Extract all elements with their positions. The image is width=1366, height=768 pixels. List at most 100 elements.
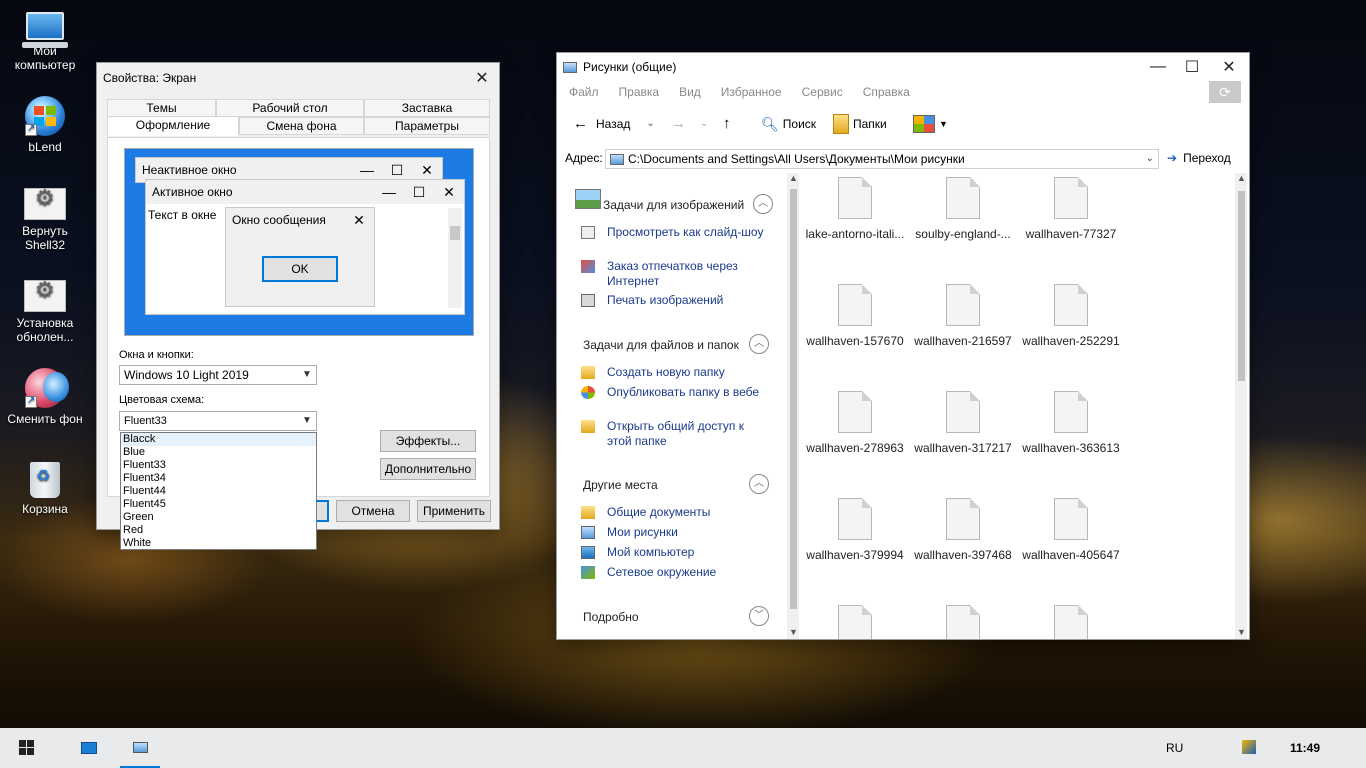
tab-themes[interactable]: Темы bbox=[107, 99, 216, 117]
task-new-folder[interactable]: Создать новую папку bbox=[581, 365, 771, 380]
file-item[interactable]: lake-antorno-itali... bbox=[801, 177, 909, 241]
tray-app-icon[interactable] bbox=[1242, 740, 1256, 754]
tab-settings[interactable]: Параметры bbox=[364, 117, 490, 135]
task-order-prints[interactable]: Заказ отпечатков через Интернет bbox=[581, 259, 771, 289]
menu-help[interactable]: Справка bbox=[863, 81, 910, 103]
tab-desktop[interactable]: Рабочий стол bbox=[216, 99, 364, 117]
dropdown-option[interactable]: Red bbox=[121, 524, 316, 537]
arrow-right-icon: → bbox=[671, 115, 686, 132]
desktop-icon-restore-shell32[interactable]: Вернуть Shell32 bbox=[0, 188, 90, 252]
task-slideshow[interactable]: Просмотреть как слайд-шоу bbox=[581, 225, 771, 240]
minimize-button[interactable]: — bbox=[1141, 53, 1175, 81]
language-indicator[interactable]: RU bbox=[1166, 728, 1183, 768]
menu-favorites[interactable]: Избранное bbox=[721, 81, 782, 103]
taskbar-show-desktop-button[interactable] bbox=[66, 728, 110, 768]
close-button[interactable]: ✕ bbox=[465, 64, 499, 92]
scroll-thumb[interactable] bbox=[790, 189, 797, 609]
desktop-icon-change-wallpaper[interactable]: Сменить фон bbox=[0, 368, 90, 426]
desktop-icon-blend[interactable]: bLend bbox=[0, 96, 90, 154]
dropdown-option[interactable]: Green bbox=[121, 511, 316, 524]
display-properties-titlebar[interactable]: Свойства: Экран ✕ bbox=[97, 63, 499, 93]
dropdown-option[interactable]: Fluent34 bbox=[121, 472, 316, 485]
start-button[interactable] bbox=[8, 728, 48, 768]
search-button[interactable]: 🔍︎ Поиск bbox=[761, 109, 816, 139]
file-item[interactable]: wallhaven-216597 bbox=[909, 284, 1017, 348]
task-pane-scrollbar[interactable]: ▲ ▼ bbox=[787, 173, 799, 639]
file-item[interactable] bbox=[801, 605, 909, 639]
file-item[interactable] bbox=[909, 605, 1017, 639]
close-button[interactable]: ✕ bbox=[1209, 53, 1249, 81]
clock[interactable]: 11:49 bbox=[1290, 728, 1320, 768]
windows-buttons-select[interactable]: Windows 10 Light 2019 ▼ bbox=[119, 365, 317, 385]
cancel-button[interactable]: Отмена bbox=[336, 500, 410, 522]
place-my-pictures[interactable]: Мои рисунки bbox=[581, 525, 771, 540]
up-button[interactable]: ↑ bbox=[723, 109, 731, 139]
dropdown-option[interactable]: Blue bbox=[121, 446, 316, 459]
task-label: Создать новую папку bbox=[607, 365, 725, 379]
file-item[interactable]: wallhaven-363613 bbox=[1017, 391, 1125, 455]
file-item[interactable]: wallhaven-317217 bbox=[909, 391, 1017, 455]
place-shared-documents[interactable]: Общие документы bbox=[581, 505, 771, 520]
tab-appearance[interactable]: Оформление bbox=[107, 116, 239, 136]
task-share-folder[interactable]: Открыть общий доступ к этой папке bbox=[581, 419, 771, 449]
other-places-header[interactable]: Другие места ︿ bbox=[583, 474, 769, 494]
collapse-chevron-icon[interactable]: ︿ bbox=[749, 474, 769, 494]
desktop-icon-recycle-bin[interactable]: Корзина bbox=[0, 462, 90, 516]
file-item[interactable]: wallhaven-278963 bbox=[801, 391, 909, 455]
image-tasks-header[interactable]: Задачи для изображений ︿ bbox=[603, 194, 773, 214]
file-name: wallhaven-379994 bbox=[806, 548, 904, 562]
folders-icon bbox=[833, 114, 849, 134]
view-button[interactable]: ▼ bbox=[913, 109, 948, 139]
scroll-down-icon[interactable]: ▼ bbox=[789, 627, 798, 637]
address-field[interactable]: C:\Documents and Settings\All Users\Доку… bbox=[605, 149, 1159, 169]
menu-edit[interactable]: Правка bbox=[619, 81, 660, 103]
effects-button[interactable]: Эффекты... bbox=[380, 430, 476, 452]
color-scheme-select[interactable]: Fluent33 ▼ bbox=[119, 411, 317, 431]
expand-chevron-icon[interactable]: ﹀ bbox=[749, 606, 769, 626]
file-view-scrollbar[interactable]: ▲ ▼ bbox=[1235, 173, 1247, 639]
dropdown-option[interactable]: Blacck bbox=[121, 433, 316, 446]
scroll-up-icon[interactable]: ▲ bbox=[1237, 173, 1246, 183]
file-tasks-header[interactable]: Задачи для файлов и папок ︿ bbox=[583, 334, 769, 354]
collapse-chevron-icon[interactable]: ︿ bbox=[749, 334, 769, 354]
menu-file[interactable]: Файл bbox=[569, 81, 599, 103]
file-item[interactable]: soulby-england-... bbox=[909, 177, 1017, 241]
file-item[interactable] bbox=[1017, 605, 1125, 639]
file-item[interactable]: wallhaven-77327 bbox=[1017, 177, 1125, 241]
desktop-icon-install-update[interactable]: Установка обнолен... bbox=[0, 280, 90, 344]
file-item[interactable]: wallhaven-252291 bbox=[1017, 284, 1125, 348]
advanced-button[interactable]: Дополнительно bbox=[380, 458, 476, 480]
menu-view[interactable]: Вид bbox=[679, 81, 701, 103]
explorer-titlebar[interactable]: Рисунки (общие) — ☐ ✕ bbox=[557, 53, 1249, 81]
file-name: wallhaven-317217 bbox=[914, 441, 1012, 455]
place-network[interactable]: Сетевое окружение bbox=[581, 565, 771, 580]
task-print-images[interactable]: Печать изображений bbox=[581, 293, 771, 308]
back-button[interactable]: ← Назад ⌄ bbox=[573, 109, 655, 139]
go-button[interactable]: ➔ Переход bbox=[1167, 151, 1231, 165]
menu-tools[interactable]: Сервис bbox=[802, 81, 843, 103]
refresh-button[interactable]: ⟳ bbox=[1209, 81, 1241, 103]
dropdown-option[interactable]: White bbox=[121, 537, 316, 550]
place-my-computer[interactable]: Мой компьютер bbox=[581, 545, 771, 560]
dropdown-option[interactable]: Fluent33 bbox=[121, 459, 316, 472]
details-header[interactable]: Подробно ﹀ bbox=[583, 606, 769, 626]
tab-change-wallpaper[interactable]: Смена фона bbox=[239, 117, 364, 135]
dropdown-option[interactable]: Fluent44 bbox=[121, 485, 316, 498]
folders-button[interactable]: Папки bbox=[833, 109, 887, 139]
file-item[interactable]: wallhaven-157670 bbox=[801, 284, 909, 348]
scroll-up-icon[interactable]: ▲ bbox=[789, 173, 798, 183]
taskbar-explorer-button[interactable] bbox=[120, 728, 160, 768]
dropdown-option[interactable]: Fluent45 bbox=[121, 498, 316, 511]
scroll-down-icon[interactable]: ▼ bbox=[1237, 627, 1246, 637]
maximize-button[interactable]: ☐ bbox=[1175, 53, 1209, 81]
task-publish-web[interactable]: Опубликовать папку в вебе bbox=[581, 385, 771, 400]
scroll-thumb[interactable] bbox=[1238, 191, 1245, 381]
tab-screensaver[interactable]: Заставка bbox=[364, 99, 490, 117]
apply-button[interactable]: Применить bbox=[417, 500, 491, 522]
file-item[interactable]: wallhaven-405647 bbox=[1017, 498, 1125, 562]
file-item[interactable]: wallhaven-379994 bbox=[801, 498, 909, 562]
forward-button[interactable]: → ⌄ bbox=[671, 109, 708, 139]
file-item[interactable]: wallhaven-397468 bbox=[909, 498, 1017, 562]
collapse-chevron-icon[interactable]: ︿ bbox=[753, 194, 773, 214]
desktop-icon-my-computer[interactable]: Мой компьютер bbox=[0, 6, 90, 72]
